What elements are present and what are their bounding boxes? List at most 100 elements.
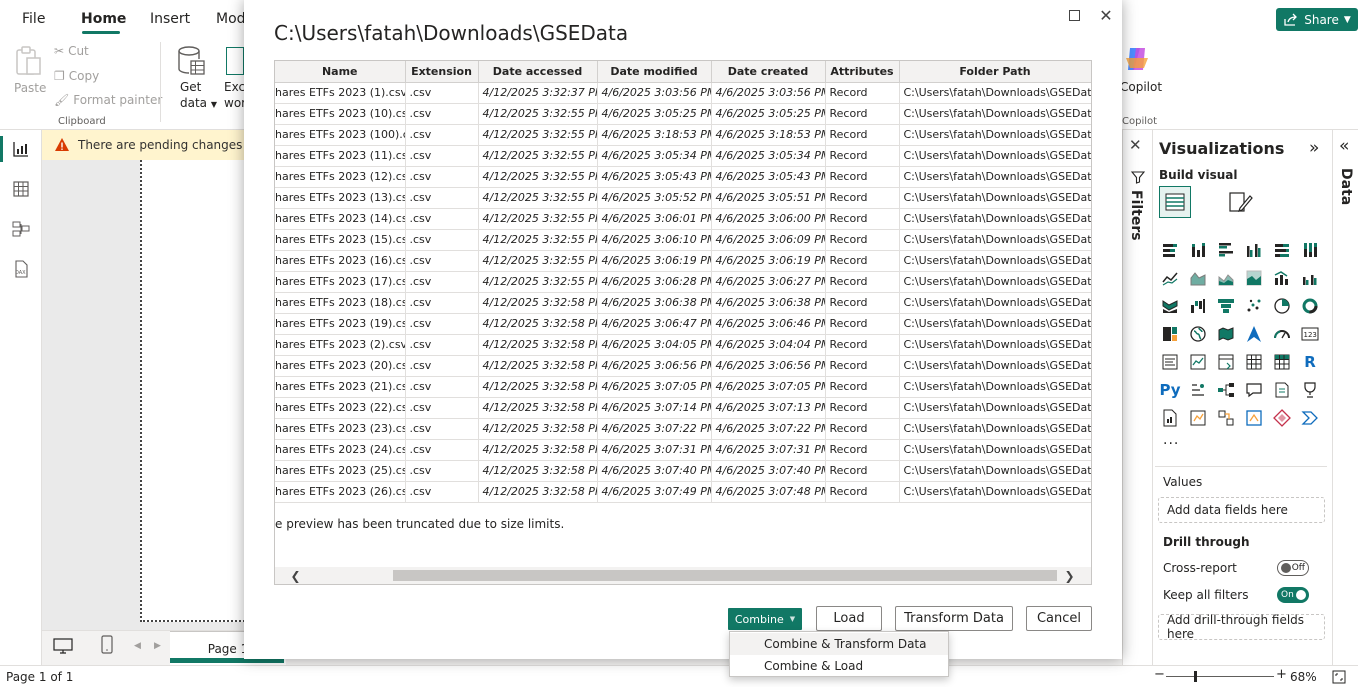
mobile-layout-icon[interactable] [100,635,114,658]
table-row[interactable]: hares ETFs 2023 (12).csv .csv 4/12/2025 3:… [275,166,1091,188]
zoom-in-icon[interactable]: + [1276,667,1287,682]
drill-through-drop-zone[interactable]: Add drill-through fields here [1158,613,1325,641]
report-page-canvas[interactable] [140,160,260,622]
fit-to-page-icon[interactable] [1332,670,1346,687]
attributes-cell[interactable]: Record [825,418,900,440]
paginated-report-icon[interactable] [1159,408,1181,428]
table-row[interactable]: hares ETFs 2023 (26).csv .csv 4/12/2025 3:… [275,481,1091,503]
line-stacked-column-chart-icon[interactable] [1271,268,1293,288]
chevron-visual-icon[interactable] [1299,408,1321,428]
dax-query-view-icon[interactable]: DAX [12,260,30,278]
ribbon-chart-icon[interactable] [1159,296,1181,316]
card-icon[interactable]: 123 [1299,324,1321,344]
r-visual-icon[interactable]: R [1299,352,1321,372]
slicer-icon[interactable] [1215,352,1237,372]
attributes-cell[interactable]: Record [825,229,900,251]
funnel-chart-icon[interactable] [1215,296,1237,316]
decomposition-tree-icon[interactable] [1215,380,1237,400]
stacked-column-chart-icon[interactable] [1187,240,1209,260]
table-row[interactable]: hares ETFs 2023 (21).csv .csv 4/12/2025 3:… [275,376,1091,398]
python-visual-icon[interactable]: Py [1159,380,1181,400]
line-chart-icon[interactable] [1159,268,1181,288]
table-icon[interactable] [1243,352,1265,372]
attributes-cell[interactable]: Record [825,250,900,272]
100-stacked-bar-chart-icon[interactable] [1271,240,1293,260]
attributes-cell[interactable]: Record [825,82,900,104]
format-painter-button[interactable]: 🖌 Format painter [54,93,162,107]
attributes-cell[interactable]: Record [825,103,900,125]
column-header[interactable]: Folder Path [899,61,1091,83]
cancel-button[interactable]: Cancel [1026,606,1092,631]
cross-report-toggle[interactable]: Off [1277,560,1309,576]
attributes-cell[interactable]: Record [825,376,900,398]
attributes-cell[interactable]: Record [825,271,900,293]
stacked-area-chart-icon[interactable] [1215,268,1237,288]
100-stacked-area-chart-icon[interactable] [1243,268,1265,288]
matrix-icon[interactable] [1271,352,1293,372]
qa-visual-icon[interactable] [1243,380,1265,400]
table-row[interactable]: hares ETFs 2023 (14).csv .csv 4/12/2025 3:… [275,208,1091,230]
filled-map-icon[interactable] [1215,324,1237,344]
table-view-icon[interactable] [12,180,30,198]
menu-home[interactable]: Home [81,11,126,27]
menu-item-combine-transform[interactable]: Combine & Transform Data [730,633,948,655]
format-visual-tab[interactable] [1226,188,1254,219]
copy-button[interactable]: ❐ Copy [54,69,99,83]
zoom-slider-track[interactable] [1166,676,1274,677]
key-influencers-icon[interactable] [1187,380,1209,400]
scrollbar-thumb[interactable] [393,570,1057,581]
paste-button[interactable]: Paste [14,81,46,95]
scatter-chart-icon[interactable] [1243,296,1265,316]
gauge-icon[interactable] [1271,324,1293,344]
more-visuals-icon[interactable]: ··· [1163,436,1179,452]
table-row[interactable]: hares ETFs 2023 (100).csv.csv4/12/2025 3… [275,124,1091,146]
share-button[interactable]: Share ▼ [1276,8,1358,31]
report-view-icon[interactable] [12,140,30,158]
map-icon[interactable] [1187,324,1209,344]
clustered-column-chart-icon[interactable] [1243,240,1265,260]
goals-icon[interactable] [1299,380,1321,400]
attributes-cell[interactable]: Record [825,208,900,230]
expand-pane-icon[interactable]: « [1339,136,1349,156]
collapse-pane-icon[interactable]: » [1309,138,1319,158]
column-header[interactable]: Date created [711,61,826,83]
cut-button[interactable]: ✂ Cut [54,44,89,58]
filters-pane-label[interactable]: Filters [1128,190,1144,241]
combine-button[interactable]: Combine ▼ [728,608,802,630]
waterfall-chart-icon[interactable] [1187,296,1209,316]
table-row[interactable]: hares ETFs 2023 (18).csv .csv 4/12/2025 3:… [275,292,1091,314]
attributes-cell[interactable]: Record [825,355,900,377]
menu-modeling[interactable]: Mod [216,11,246,27]
table-row[interactable]: hares ETFs 2023 (24).csv .csv 4/12/2025 3:… [275,439,1091,461]
build-visual-tab[interactable] [1159,186,1191,218]
table-row[interactable]: hares ETFs 2023 (22).csv .csv 4/12/2025 3:… [275,397,1091,419]
desktop-layout-icon[interactable] [52,637,74,658]
attributes-cell[interactable]: Record [825,313,900,335]
attributes-cell[interactable]: Record [825,460,900,482]
attributes-cell[interactable]: Record [825,145,900,167]
column-header[interactable]: Extension [405,61,479,83]
scroll-left-icon[interactable]: ◀ [134,641,141,651]
zoom-out-icon[interactable]: − [1154,667,1165,682]
zoom-slider-thumb[interactable] [1194,671,1197,682]
attributes-cell[interactable]: Record [825,166,900,188]
clustered-bar-chart-icon[interactable] [1215,240,1237,260]
table-row[interactable]: hares ETFs 2023 (13).csv .csv 4/12/2025 3:… [275,187,1091,209]
table-row[interactable]: hares ETFs 2023 (25).csv .csv 4/12/2025 3:… [275,460,1091,482]
area-chart-icon[interactable] [1187,268,1209,288]
pie-chart-icon[interactable] [1271,296,1293,316]
table-row[interactable]: hares ETFs 2023 (1).csv .csv 4/12/2025 3:3… [275,82,1091,104]
table-row[interactable]: hares ETFs 2023 (17).csv .csv 4/12/2025 3:… [275,271,1091,293]
table-row[interactable]: hares ETFs 2023 (19).csv .csv 4/12/2025 3:… [275,313,1091,335]
attributes-cell[interactable]: Record [825,481,900,503]
scroll-left-arrow-icon[interactable]: ❮ [287,567,304,584]
keep-all-filters-toggle[interactable]: On [1277,587,1309,603]
maximize-icon[interactable] [1064,5,1084,25]
kpi-icon[interactable] [1187,352,1209,372]
100-stacked-column-chart-icon[interactable] [1299,240,1321,260]
attributes-cell[interactable]: Record [825,439,900,461]
load-button[interactable]: Load [816,606,882,631]
scroll-right-arrow-icon[interactable]: ❯ [1061,567,1078,584]
smart-narrative-icon[interactable] [1271,380,1293,400]
treemap-icon[interactable] [1159,324,1181,344]
